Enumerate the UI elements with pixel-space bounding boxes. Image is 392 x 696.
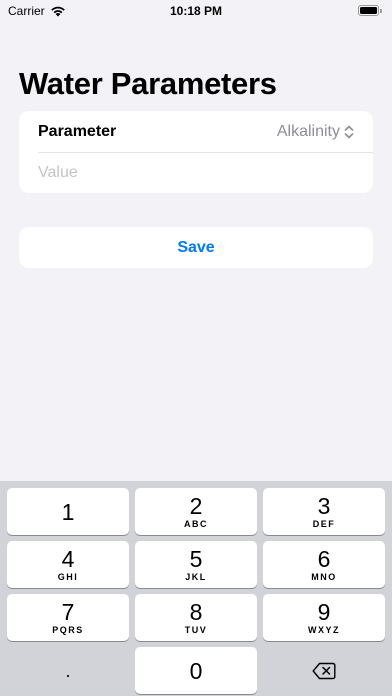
battery-icon: [358, 5, 382, 17]
screen: Carrier 10:18 PM Water Parameters Parame…: [0, 0, 392, 696]
key-2[interactable]: 2 ABC: [135, 488, 257, 535]
delete-backward-icon: [312, 662, 336, 679]
parameter-label: Parameter: [38, 122, 117, 140]
parameter-picker[interactable]: Alkalinity: [277, 123, 354, 141]
key-1[interactable]: 1: [7, 488, 129, 535]
form-card: Parameter Alkalinity: [19, 111, 373, 193]
value-row[interactable]: [19, 152, 373, 193]
status-time: 10:18 PM: [169, 4, 223, 18]
key-decimal[interactable]: .: [7, 647, 129, 694]
key-5[interactable]: 5 JKL: [135, 541, 257, 588]
key-4[interactable]: 4 GHI: [7, 541, 129, 588]
number-pad-keyboard: 1 2 ABC 3 DEF 4 GHI 5 JKL 6 MNO 7 PQRS 8…: [0, 481, 392, 696]
key-3[interactable]: 3 DEF: [263, 488, 385, 535]
key-8[interactable]: 8 TUV: [135, 594, 257, 641]
save-card[interactable]: Save: [19, 227, 373, 268]
save-button[interactable]: Save: [177, 239, 214, 257]
status-bar: Carrier 10:18 PM: [0, 0, 392, 22]
key-9[interactable]: 9 WXYZ: [263, 594, 385, 641]
key-7[interactable]: 7 PQRS: [7, 594, 129, 641]
key-0[interactable]: 0: [135, 647, 257, 694]
delete-key[interactable]: [263, 647, 385, 694]
parameter-picker-value: Alkalinity: [276, 122, 340, 140]
page-title: Water Parameters: [19, 66, 277, 101]
key-6[interactable]: 6 MNO: [263, 541, 385, 588]
value-input[interactable]: [38, 163, 354, 182]
parameter-row[interactable]: Parameter Alkalinity: [19, 111, 373, 152]
chevron-up-down-icon: [344, 125, 354, 138]
